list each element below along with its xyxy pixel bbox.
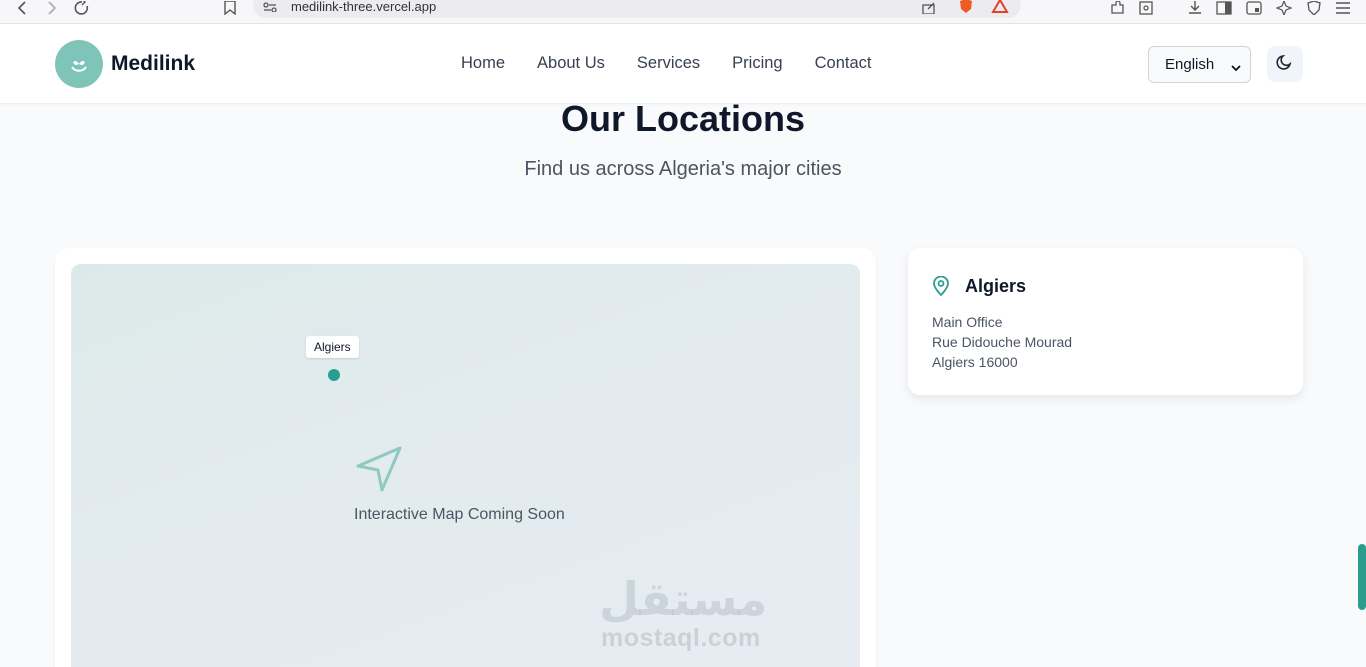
bookmark-icon[interactable] [222,0,238,16]
map-placeholder[interactable]: Algiers Interactive Map Coming Soon مستق… [71,264,860,667]
tab-icon[interactable] [1245,0,1263,16]
moon-icon [1276,53,1294,76]
nav-home[interactable]: Home [461,54,505,73]
navigation-arrow-icon [356,446,402,497]
wallet-icon[interactable] [1137,0,1155,16]
nav-contact[interactable]: Contact [815,54,872,73]
reload-icon[interactable] [73,0,91,16]
menu-icon[interactable] [1334,0,1352,16]
map-pin-marker[interactable] [326,367,342,383]
location-card: Algiers Main Office Rue Didouche Mourad … [908,248,1303,395]
location-city: Algiers 16000 [932,354,1018,370]
chevron-down-icon [1231,59,1241,76]
location-name: Algiers [965,276,1027,296]
location-street: Rue Didouche Mourad [932,334,1073,350]
language-select[interactable]: English [1148,46,1251,83]
section-subtitle: Find us across Algeria's major cities [524,158,842,180]
logo-icon[interactable] [55,40,103,88]
url-text: medilink-three.vercel.app [291,0,437,14]
vpn-icon[interactable] [1305,0,1323,16]
map-caption: Interactive Map Coming Soon [354,506,565,523]
forward-icon[interactable] [44,0,60,16]
watermark-arabic: مستقل [599,572,768,626]
map-card: Algiers Interactive Map Coming Soon مستق… [55,248,876,667]
map-pin-icon [932,275,950,301]
main-nav: Home About Us Services Pricing Contact [461,54,903,73]
sidebar-icon[interactable] [1215,0,1233,16]
nav-pricing[interactable]: Pricing [732,54,782,73]
back-icon[interactable] [14,0,30,16]
site-settings-icon[interactable] [263,0,277,15]
brave-rewards-icon[interactable] [991,0,1009,14]
nav-about-us[interactable]: About Us [537,54,605,73]
page-scrollbar[interactable] [1358,544,1366,610]
brave-shield-icon[interactable] [957,0,975,14]
browser-toolbar: medilink-three.vercel.app [0,0,1366,24]
theme-toggle-button[interactable] [1267,46,1303,82]
map-pin-label: Algiers [306,336,359,358]
download-icon[interactable] [1186,0,1204,16]
watermark-latin: mostaql.com [601,624,761,652]
site-header: Medilink Home About Us Services Pricing … [0,24,1366,104]
share-icon[interactable] [921,0,937,16]
nav-services[interactable]: Services [637,54,700,73]
address-bar[interactable]: medilink-three.vercel.app [253,0,1021,18]
location-office: Main Office [932,314,1003,330]
section-title: Our Locations [560,98,806,139]
language-select-value: English [1165,56,1215,73]
extensions-icon[interactable] [1108,0,1126,16]
leo-ai-icon[interactable] [1275,0,1293,16]
brand-name[interactable]: Medilink [111,52,195,76]
